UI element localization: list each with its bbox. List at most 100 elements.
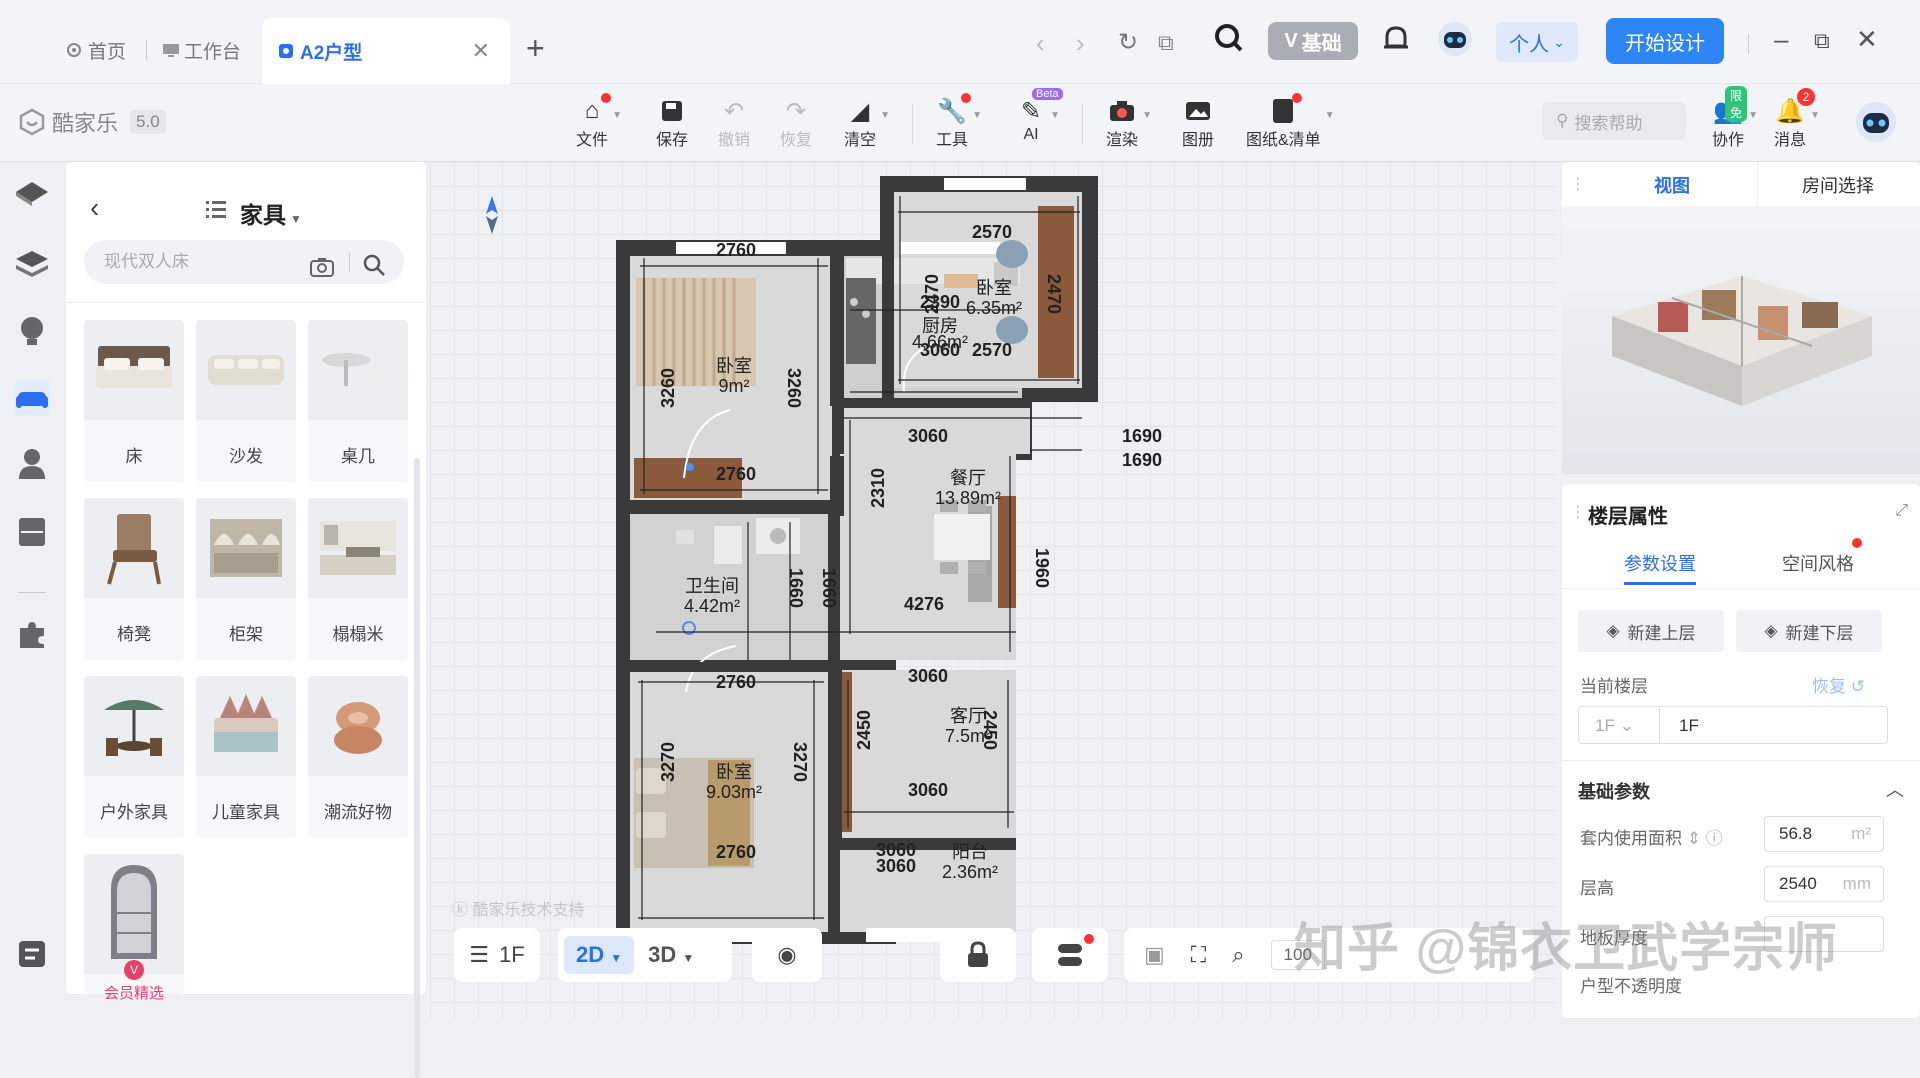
basic-label: 基础 bbox=[1301, 32, 1342, 55]
category-member-picks[interactable]: V 会员精选 bbox=[84, 854, 184, 1002]
cabinet-icon[interactable] bbox=[14, 514, 50, 550]
tab-view[interactable]: 视图 bbox=[1654, 172, 1690, 198]
category-tatami[interactable]: 榻榻米 bbox=[308, 498, 408, 660]
chevron-up-icon[interactable]: ︿ bbox=[1886, 776, 1904, 802]
mode-3d-button[interactable]: 3D ▼ bbox=[648, 942, 694, 968]
dim-label: 2570 bbox=[972, 222, 1012, 242]
info-icon[interactable]: ⓘ bbox=[1706, 829, 1723, 848]
ai-menu[interactable]: ✎ Beta AI ▼ bbox=[1016, 88, 1063, 144]
fit-screen-icon[interactable]: ⛶ bbox=[1191, 942, 1206, 968]
furniture-scrollbar[interactable] bbox=[414, 458, 420, 1078]
close-tab-icon[interactable]: ✕ bbox=[472, 38, 490, 64]
compass-icon[interactable] bbox=[486, 196, 498, 234]
album-button[interactable]: 图册 bbox=[1182, 96, 1214, 150]
design-canvas[interactable]: 2760 3260 3260 2760 2390 3060 2570 2470 … bbox=[430, 162, 1558, 1018]
refresh-icon[interactable]: ↻ bbox=[1118, 28, 1138, 57]
category-trendy[interactable]: 潮流好物 bbox=[308, 676, 408, 838]
category-chair[interactable]: 椅凳 bbox=[84, 498, 184, 660]
back-icon[interactable]: ‹ bbox=[90, 192, 99, 224]
category-outdoor[interactable]: 户外家具 bbox=[84, 676, 184, 838]
floor-name-input[interactable]: 1F bbox=[1679, 716, 1699, 736]
door-handle-marker[interactable] bbox=[686, 463, 694, 471]
new-upper-floor-button[interactable]: ◈ 新建上层 bbox=[1578, 610, 1724, 652]
close-window-icon[interactable]: ✕ bbox=[1856, 24, 1878, 55]
restore-button[interactable]: 恢复 ↺ bbox=[1812, 672, 1865, 697]
floor-select[interactable]: 1F ⌄ bbox=[1595, 716, 1634, 736]
area-input[interactable]: 56.8 m² bbox=[1764, 816, 1884, 852]
category-table[interactable]: 桌几 bbox=[308, 320, 408, 482]
minimize-icon[interactable]: – bbox=[1774, 24, 1788, 55]
3d-preview[interactable] bbox=[1562, 206, 1920, 474]
toolbar-divider bbox=[912, 104, 913, 144]
tab-workbench-label: 工作台 bbox=[184, 41, 242, 63]
category-kids[interactable]: 儿童家具 bbox=[196, 676, 296, 838]
tab-params[interactable]: 参数设置 bbox=[1624, 550, 1696, 576]
visibility-button[interactable]: ◉ bbox=[752, 928, 822, 982]
render-menu[interactable]: 渲染 ▼ bbox=[1106, 96, 1152, 150]
tools-menu[interactable]: 🔧 工具 ▼ bbox=[936, 93, 982, 150]
lightbulb-icon[interactable] bbox=[14, 314, 50, 350]
image-icon[interactable]: ▣ bbox=[1144, 942, 1165, 968]
clear-menu[interactable]: ◢ 清空 ▼ bbox=[844, 96, 890, 150]
forward-icon[interactable]: › bbox=[1076, 28, 1085, 59]
settings-toggle-button[interactable] bbox=[1032, 928, 1108, 982]
restore-icon[interactable]: ⧉ bbox=[1814, 28, 1830, 54]
camera-search-icon[interactable] bbox=[310, 250, 334, 294]
floor-switch-button[interactable]: ☰ 1F bbox=[454, 928, 540, 982]
collab-button[interactable]: 👥限免协作▼ bbox=[1712, 86, 1758, 150]
height-unit: mm bbox=[1842, 874, 1871, 893]
furniture-icon[interactable] bbox=[14, 380, 50, 416]
wrench-icon: 🔧 bbox=[937, 93, 971, 126]
search-icon[interactable] bbox=[1214, 22, 1244, 61]
furniture-category-title[interactable]: 家具 ▼ bbox=[240, 196, 302, 230]
dim-label: 1690 bbox=[1122, 426, 1162, 446]
messages-button[interactable]: 🔔 2 消息 ▼ bbox=[1774, 88, 1820, 150]
furniture-search-input[interactable]: 现代双人床 bbox=[84, 240, 404, 284]
undo-label: 撤销 bbox=[718, 132, 751, 149]
floorplan-icon[interactable] bbox=[14, 176, 50, 212]
drawings-menu[interactable]: 图纸&清单 ▼ bbox=[1246, 93, 1335, 150]
furniture-search-placeholder: 现代双人床 bbox=[104, 252, 189, 271]
new-lower-floor-button[interactable]: ◈ 新建下层 bbox=[1736, 610, 1882, 652]
tab-style[interactable]: 空间风格 bbox=[1782, 550, 1854, 576]
zoom-area-icon[interactable]: ⌕ bbox=[1232, 942, 1244, 968]
user-avatar[interactable] bbox=[1854, 100, 1898, 149]
redo-button[interactable]: ↷ 恢复 bbox=[780, 96, 812, 150]
mode-2d-button[interactable]: 2D ▼ bbox=[564, 936, 635, 974]
search-icon[interactable] bbox=[362, 250, 386, 294]
person-icon[interactable] bbox=[14, 446, 50, 482]
drag-handle-icon[interactable]: ⋮ bbox=[1570, 502, 1586, 522]
personal-dropdown[interactable]: 个人 ⌄ bbox=[1496, 22, 1578, 62]
start-design-button[interactable]: 开始设计 bbox=[1606, 18, 1724, 64]
drag-handle-icon[interactable]: ⋮ bbox=[1570, 174, 1586, 194]
tab-room-select[interactable]: 房间选择 bbox=[1802, 172, 1874, 198]
category-sofa[interactable]: 沙发 bbox=[196, 320, 296, 482]
height-input[interactable]: 2540 mm bbox=[1764, 866, 1884, 902]
add-tab-button[interactable]: + bbox=[526, 32, 545, 64]
vip-badge-icon: V bbox=[124, 960, 144, 980]
save-button[interactable]: 保存 bbox=[656, 96, 688, 150]
list-panel-icon[interactable] bbox=[14, 936, 50, 972]
undo-button[interactable]: ↶ 撤销 bbox=[718, 96, 750, 150]
expand-icon[interactable]: ⤢ bbox=[1895, 502, 1908, 520]
search-icon: ⚲ bbox=[1556, 111, 1569, 130]
file-menu[interactable]: ⌂ 文件 ▼ bbox=[576, 93, 622, 150]
category-label: 榻榻米 bbox=[332, 625, 384, 644]
lock-button[interactable] bbox=[940, 928, 1016, 982]
copy-window-icon[interactable]: ⧉ bbox=[1158, 30, 1174, 56]
category-cabinet[interactable]: 柜架 bbox=[196, 498, 296, 660]
tab-home[interactable]: 首页 bbox=[66, 26, 126, 74]
help-search-input[interactable]: ⚲ 搜索帮助 bbox=[1542, 102, 1686, 140]
robot-avatar-icon[interactable] bbox=[1436, 20, 1474, 65]
plugin-puzzle-icon[interactable] bbox=[14, 616, 50, 652]
dim-label: 3060 bbox=[876, 856, 916, 876]
room-area: 2.36m² bbox=[942, 862, 998, 882]
bell-icon[interactable] bbox=[1382, 24, 1410, 61]
tab-a2-floorplan[interactable]: A2户型 ✕ bbox=[262, 18, 510, 84]
category-label: 儿童家具 bbox=[212, 803, 280, 822]
basic-plan-button[interactable]: V 基础 bbox=[1268, 22, 1358, 60]
tab-workbench[interactable]: 工作台 bbox=[162, 26, 241, 74]
layers-icon[interactable] bbox=[14, 246, 50, 282]
back-icon[interactable]: ‹ bbox=[1036, 28, 1045, 59]
category-bed[interactable]: 床 bbox=[84, 320, 184, 482]
